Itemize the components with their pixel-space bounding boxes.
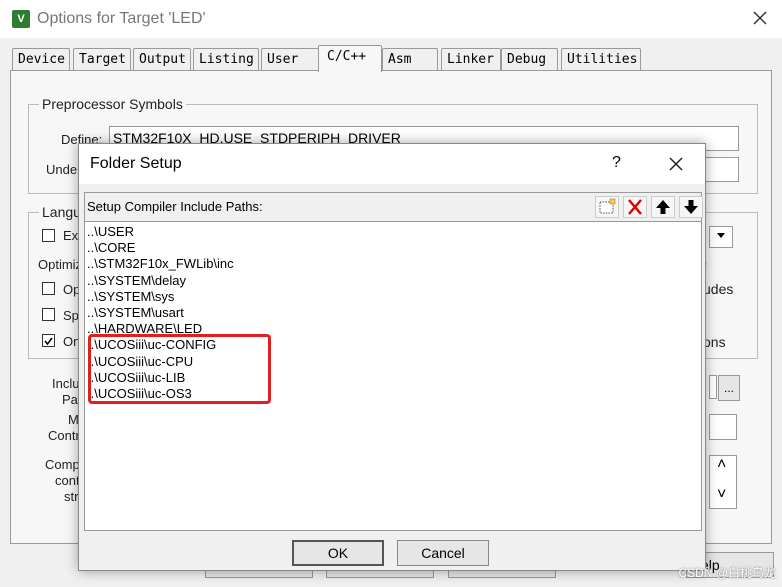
misc-controls-input[interactable] [709, 414, 737, 440]
compiler-control-string: ˄ ˅ [709, 455, 737, 509]
dialog-close-icon[interactable] [666, 154, 686, 174]
compiler-label: Comp [45, 457, 80, 472]
new-folder-icon [599, 198, 616, 214]
move-down-button[interactable] [679, 196, 703, 218]
scroll-up-icon[interactable]: ˄ [717, 454, 726, 476]
check-icon [44, 337, 53, 346]
keil-app-icon: V [12, 10, 30, 28]
tab-utilities[interactable]: Utilities [561, 48, 641, 71]
include-paths-input[interactable] [709, 375, 717, 399]
watermark: CSDN @白桃乌龙 [678, 566, 776, 580]
ok-button[interactable]: OK [292, 540, 384, 566]
list-item[interactable]: ..\SYSTEM\delay [87, 273, 186, 289]
help-icon[interactable]: ? [612, 154, 621, 172]
control-label: cont [55, 473, 80, 488]
cancel-button[interactable]: Cancel [397, 540, 489, 566]
scroll-down-icon[interactable]: ˅ [717, 484, 726, 506]
tab-target[interactable]: Target [73, 48, 131, 71]
list-item[interactable]: ..\SYSTEM\sys [87, 289, 174, 305]
tab-linker[interactable]: Linker [441, 48, 501, 71]
include-label: Inclu [52, 376, 80, 391]
paths-header: Setup Compiler Include Paths: [84, 192, 703, 222]
window-titlebar: V Options for Target 'LED' [0, 0, 782, 38]
dropdown-button[interactable] [709, 226, 733, 248]
tab-output[interactable]: Output [133, 48, 191, 71]
tab-asm[interactable]: Asm [382, 48, 438, 71]
tab-listing[interactable]: Listing [193, 48, 259, 71]
undefine-label: Unde [46, 162, 78, 177]
on-checkbox[interactable] [42, 334, 55, 347]
list-item[interactable]: ..\STM32F10x_FWLib\inc [87, 256, 234, 272]
include-paths-list[interactable]: ..\USER ..\CORE ..\STM32F10x_FWLib\inc .… [84, 222, 702, 531]
op-checkbox[interactable] [42, 282, 55, 295]
arrow-down-icon [684, 200, 698, 214]
includes-label: udes [703, 281, 734, 297]
list-item[interactable]: ..\USER [87, 224, 134, 240]
ex-checkbox[interactable] [42, 229, 55, 242]
options-label: ons [703, 334, 726, 350]
window-close-icon[interactable] [750, 8, 770, 28]
sp-label: Sp [63, 308, 79, 323]
browse-button[interactable]: ... [718, 375, 740, 401]
chevron-down-icon [717, 233, 725, 238]
delete-icon [628, 199, 642, 215]
folder-setup-dialog: Folder Setup ? Setup Compiler Include Pa… [78, 143, 706, 571]
tab-device[interactable]: Device [12, 48, 70, 71]
new-folder-button[interactable] [595, 196, 619, 218]
ex-label: Ex [63, 228, 79, 243]
delete-button[interactable] [623, 196, 647, 218]
move-up-button[interactable] [651, 196, 675, 218]
tab-cpp[interactable]: C/C++ [318, 45, 382, 72]
tab-user[interactable]: User [261, 48, 319, 71]
preprocessor-title: Preprocessor Symbols [39, 96, 186, 112]
optimization-label: Optimiz [38, 257, 83, 272]
paths-label: Setup Compiler Include Paths: [87, 199, 263, 214]
sp-checkbox[interactable] [42, 308, 55, 321]
list-item[interactable]: ..\SYSTEM\usart [87, 305, 184, 321]
red-highlight-annotation [88, 334, 271, 404]
dialog-title: Folder Setup [90, 155, 182, 172]
arrow-up-icon [656, 200, 670, 214]
list-item[interactable]: ..\CORE [87, 240, 135, 256]
tab-debug[interactable]: Debug [501, 48, 558, 71]
dialog-titlebar: Folder Setup ? [79, 144, 705, 184]
controls-label: Contr [48, 428, 80, 443]
window-title: Options for Target 'LED' [37, 10, 206, 27]
